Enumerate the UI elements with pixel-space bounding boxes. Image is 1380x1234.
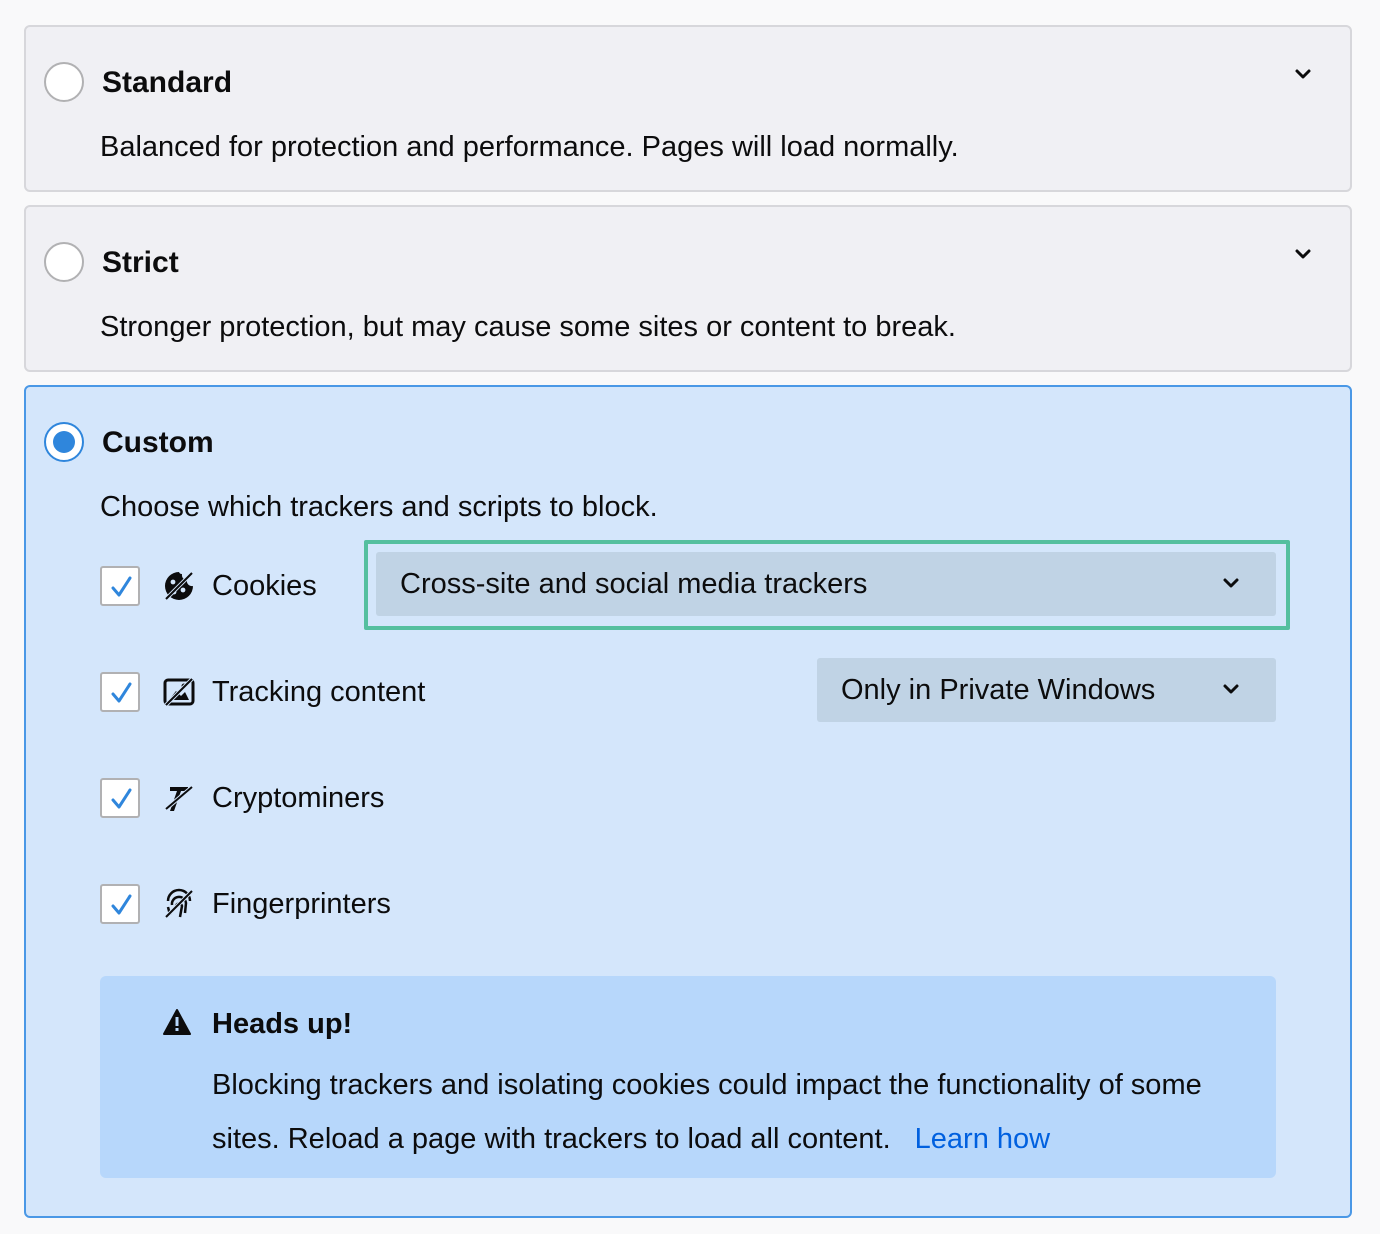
focus-ring [364,540,1290,630]
custom-radio[interactable] [44,422,84,462]
fingerprinters-label: Fingerprinters [212,888,391,920]
cookies-checkbox[interactable] [100,566,140,606]
tracking-content-select[interactable]: Only in Private Windows [817,658,1276,722]
standard-title: Standard [102,66,233,99]
tracking-content-icon [163,677,195,707]
chevron-down-icon[interactable] [1292,63,1314,85]
strict-description: Stronger protection, but may cause some … [100,311,956,343]
fingerprint-icon [164,888,194,919]
cryptominers-label: Cryptominers [212,782,385,814]
tracking-content-label: Tracking content [212,676,426,708]
tracking-content-select-value: Only in Private Windows [841,674,1156,706]
heads-up-notice: Heads up! Blocking trackers and isolatin… [100,976,1276,1178]
notice-body: Blocking trackers and isolating cookies … [212,1069,1202,1155]
chevron-down-icon[interactable] [1292,243,1314,265]
notice-title: Heads up! [212,1008,353,1040]
strict-title: Strict [102,246,179,279]
option-card-standard[interactable]: Standard Balanced for protection and per… [24,25,1352,192]
fingerprinters-checkbox[interactable] [100,884,140,924]
custom-title: Custom [102,426,214,459]
standard-radio[interactable] [44,62,84,102]
option-card-strict[interactable]: Strict Stronger protection, but may caus… [24,205,1352,372]
cookie-icon [164,571,194,601]
notice-text: Blocking trackers and isolating cookies … [212,1058,1252,1166]
tracking-content-checkbox[interactable] [100,672,140,712]
strict-radio[interactable] [44,242,84,282]
custom-description: Choose which trackers and scripts to blo… [100,491,658,523]
learn-how-link[interactable]: Learn how [915,1123,1050,1155]
fingerprinters-row: Fingerprinters [100,882,1280,926]
cryptominer-icon [164,785,194,811]
cryptominers-checkbox[interactable] [100,778,140,818]
warning-icon [163,1009,191,1035]
standard-description: Balanced for protection and performance.… [100,131,959,163]
option-card-custom[interactable]: Custom Choose which trackers and scripts… [24,385,1352,1218]
chevron-down-icon [1223,684,1239,694]
cryptominers-row: Cryptominers [100,776,1280,820]
cookies-label: Cookies [212,570,317,602]
